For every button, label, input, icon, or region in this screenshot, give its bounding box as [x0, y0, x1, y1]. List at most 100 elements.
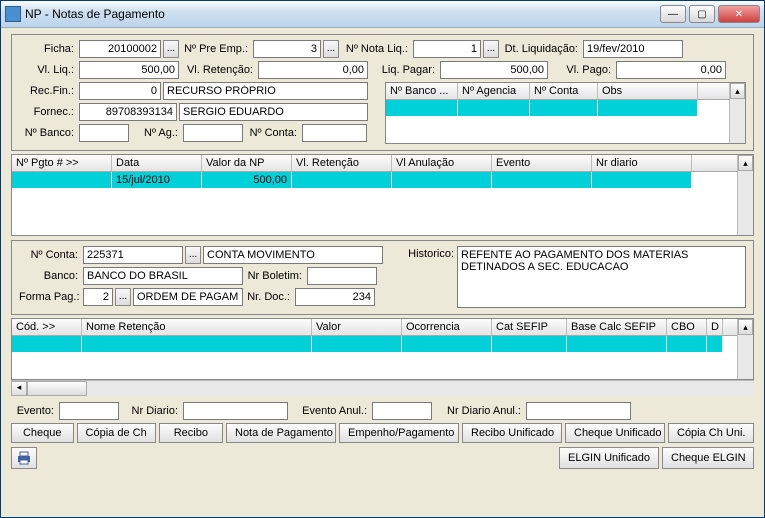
- nag-label: Nº Ag.:: [131, 127, 181, 139]
- printer-icon-button[interactable]: [11, 447, 37, 469]
- dtliq-label: Dt. Liquidação:: [501, 43, 581, 55]
- window-title: NP - Notas de Pagamento: [25, 7, 657, 21]
- forma-desc[interactable]: [133, 288, 243, 306]
- nbanco-label: Nº Banco:: [19, 127, 77, 139]
- cheque-unificado-button[interactable]: Cheque Unificado: [565, 423, 665, 443]
- copia-ch-uni-button[interactable]: Cópia Ch Uni.: [668, 423, 754, 443]
- bank-vscroll[interactable]: ▴: [729, 83, 745, 143]
- nrbol-label: Nr Boletim:: [245, 270, 305, 282]
- ret-col-cbo[interactable]: CBO: [667, 319, 707, 335]
- forma-input[interactable]: [83, 288, 113, 306]
- bank-row[interactable]: [386, 100, 745, 116]
- copia-ch-button[interactable]: Cópia de Ch: [77, 423, 156, 443]
- ret-col-valor[interactable]: Valor: [312, 319, 402, 335]
- nbanco-input[interactable]: [79, 124, 129, 142]
- nrbol-input[interactable]: [307, 267, 377, 285]
- nrdanul-input[interactable]: [526, 402, 631, 420]
- ret-col-base[interactable]: Base Calc SEFIP: [567, 319, 667, 335]
- preemp-lookup-button[interactable]: ...: [323, 40, 339, 58]
- nrdanul-label: Nr Diario Anul.:: [434, 405, 524, 417]
- ret-col-d[interactable]: D: [707, 319, 723, 335]
- forma-lookup-button[interactable]: ...: [115, 288, 131, 306]
- nrdiario-label: Nr Diario:: [121, 405, 181, 417]
- ret-col-ocor[interactable]: Ocorrencia: [402, 319, 492, 335]
- pgto-row[interactable]: 15/jul/2010 500,00: [12, 172, 753, 188]
- close-button[interactable]: ✕: [718, 5, 760, 23]
- pgto-col-ret[interactable]: Vl. Retenção: [292, 155, 392, 171]
- bank-col-agencia[interactable]: Nº Agencia: [458, 83, 530, 99]
- pgto-vscroll[interactable]: ▴: [737, 155, 753, 235]
- vlliq-input[interactable]: [79, 61, 179, 79]
- ficha-label: Ficha:: [19, 43, 77, 55]
- nag-input[interactable]: [183, 124, 243, 142]
- evento-label: Evento:: [11, 405, 57, 417]
- printer-icon: [16, 451, 32, 465]
- pgto-col-npgto[interactable]: Nº Pgto # >>: [12, 155, 112, 171]
- mid-banco-input[interactable]: [83, 267, 243, 285]
- bank-col-banco[interactable]: Nº Banco ...: [386, 83, 458, 99]
- ficha-lookup-button[interactable]: ...: [163, 40, 179, 58]
- titlebar: NP - Notas de Pagamento — ▢ ✕: [1, 1, 764, 28]
- empenho-pagamento-button[interactable]: Empenho/Pagamento: [339, 423, 459, 443]
- elgin-unificado-button[interactable]: ELGIN Unificado: [559, 447, 659, 469]
- mid-nconta-desc[interactable]: [203, 246, 383, 264]
- maximize-button[interactable]: ▢: [689, 5, 715, 23]
- mid-nconta-label: Nº Conta:: [19, 249, 81, 261]
- minimize-button[interactable]: —: [660, 5, 686, 23]
- pgto-col-data[interactable]: Data: [112, 155, 202, 171]
- ret-col-catsefip[interactable]: Cat SEFIP: [492, 319, 567, 335]
- recibo-button[interactable]: Recibo: [159, 423, 223, 443]
- app-window: NP - Notas de Pagamento — ▢ ✕ Ficha: ...…: [0, 0, 765, 518]
- ficha-input[interactable]: [79, 40, 161, 58]
- ret-col-nome[interactable]: Nome Retenção: [82, 319, 312, 335]
- retencao-grid[interactable]: Cód. >> Nome Retenção Valor Ocorrencia C…: [11, 318, 754, 380]
- notaliq-input[interactable]: [413, 40, 481, 58]
- fornec-label: Fornec.:: [19, 106, 77, 118]
- vlliq-label: Vl. Liq.:: [19, 64, 77, 76]
- nrdoc-input[interactable]: [295, 288, 375, 306]
- preemp-label: Nº Pre Emp.:: [181, 43, 251, 55]
- dtliq-input[interactable]: [583, 40, 683, 58]
- recfin-input[interactable]: [79, 82, 161, 100]
- fornec-input[interactable]: [79, 103, 177, 121]
- bank-grid[interactable]: Nº Banco ... Nº Agencia Nº Conta Obs: [385, 82, 746, 144]
- hist-label: Historico:: [407, 246, 457, 309]
- ret-vscroll[interactable]: ▴: [737, 319, 753, 379]
- evanul-label: Evento Anul.:: [290, 405, 370, 417]
- vlpago-label: Vl. Pago:: [550, 64, 614, 76]
- fornec-desc[interactable]: [179, 103, 368, 121]
- vlret-input[interactable]: [258, 61, 368, 79]
- nconta-input[interactable]: [302, 124, 367, 142]
- nconta-label: Nº Conta:: [245, 127, 300, 139]
- nrdoc-label: Nr. Doc.:: [245, 291, 293, 303]
- pgto-col-evento[interactable]: Evento: [492, 155, 592, 171]
- forma-label: Forma Pag.:: [19, 291, 81, 303]
- pgto-grid[interactable]: Nº Pgto # >> Data Valor da NP Vl. Retenç…: [11, 154, 754, 236]
- bank-col-obs[interactable]: Obs: [598, 83, 698, 99]
- ret-hscroll[interactable]: ◂: [11, 380, 754, 396]
- account-panel: Nº Conta: ... Banco: Nr Boletim: Forma P…: [11, 240, 754, 315]
- preemp-input[interactable]: [253, 40, 321, 58]
- pgto-col-anul[interactable]: Vl Anulação: [392, 155, 492, 171]
- pgto-col-valor[interactable]: Valor da NP: [202, 155, 292, 171]
- nconta-lookup-button[interactable]: ...: [185, 246, 201, 264]
- liqpag-input[interactable]: [440, 61, 548, 79]
- bank-col-conta[interactable]: Nº Conta: [530, 83, 598, 99]
- evanul-input[interactable]: [372, 402, 432, 420]
- nrdiario-input[interactable]: [183, 402, 288, 420]
- mid-banco-label: Banco:: [19, 270, 81, 282]
- recibo-unificado-button[interactable]: Recibo Unificado: [462, 423, 562, 443]
- historico-textarea[interactable]: [457, 246, 746, 308]
- pgto-col-diario[interactable]: Nr diario: [592, 155, 692, 171]
- cheque-elgin-button[interactable]: Cheque ELGIN: [662, 447, 754, 469]
- mid-nconta-input[interactable]: [83, 246, 183, 264]
- vlret-label: Vl. Retenção:: [181, 64, 256, 76]
- nota-pagamento-button[interactable]: Nota de Pagamento: [226, 423, 336, 443]
- evento-input[interactable]: [59, 402, 119, 420]
- recfin-desc[interactable]: [163, 82, 368, 100]
- vlpago-input[interactable]: [616, 61, 726, 79]
- ret-col-cod[interactable]: Cód. >>: [12, 319, 82, 335]
- ret-row[interactable]: [12, 336, 753, 352]
- cheque-button[interactable]: Cheque: [11, 423, 74, 443]
- notaliq-lookup-button[interactable]: ...: [483, 40, 499, 58]
